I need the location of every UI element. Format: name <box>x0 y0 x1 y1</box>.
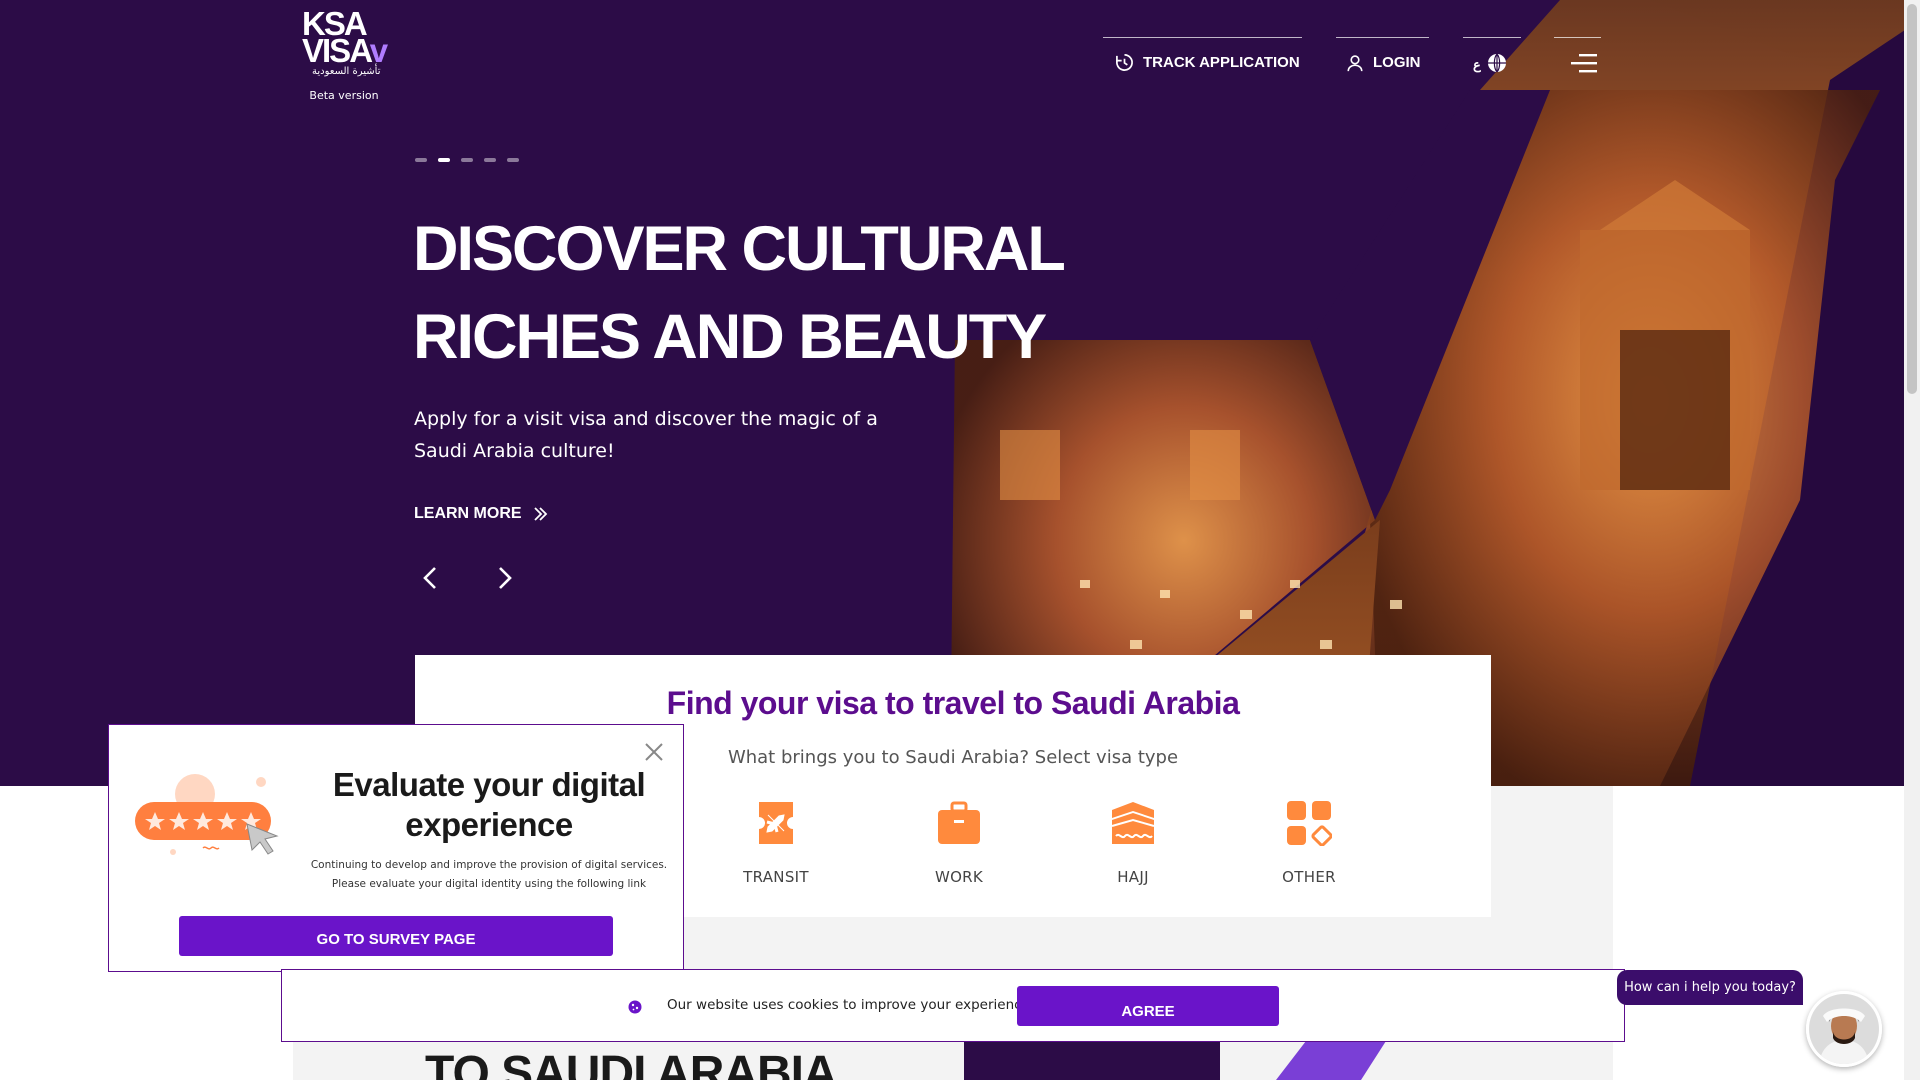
track-application-label: TRACK APPLICATION <box>1143 54 1300 71</box>
clock-refresh-icon <box>1116 54 1133 71</box>
chevron-right-icon <box>499 567 512 589</box>
logo-arabic-text: تأشيرة السعودية <box>312 66 381 77</box>
slide-dot-1[interactable] <box>415 158 427 162</box>
login-button[interactable]: LOGIN <box>1336 37 1429 87</box>
decorative-stripe <box>1276 1041 1386 1080</box>
chat-prompt-bubble[interactable]: How can i help you today? <box>1617 970 1803 1005</box>
visa-finder-title: Find your visa to travel to Saudi Arabia <box>666 685 1240 721</box>
hamburger-menu-button[interactable] <box>1554 37 1601 87</box>
survey-description: Continuing to develop and improve the pr… <box>304 856 674 894</box>
visa-type-label: OTHER <box>1282 868 1336 886</box>
language-switch-button[interactable]: ع <box>1463 37 1521 87</box>
hero-subtitle: Apply for a visit visa and discover the … <box>414 408 878 462</box>
page-scrollbar[interactable] <box>1904 0 1920 1080</box>
airplane-ticket-icon <box>759 802 793 844</box>
purple-feature-panel <box>964 1041 1220 1080</box>
visa-type-transit[interactable]: TRANSIT <box>716 800 836 886</box>
slide-next-button[interactable] <box>490 563 520 593</box>
close-icon[interactable] <box>643 741 665 763</box>
assistant-avatar-icon <box>1809 994 1879 1064</box>
slide-dot-3[interactable] <box>461 158 473 162</box>
visa-type-label: TRANSIT <box>743 868 809 886</box>
chat-assistant-avatar[interactable] <box>1806 991 1882 1067</box>
slide-prev-button[interactable] <box>415 563 445 593</box>
visa-type-hajj[interactable]: HAJJ <box>1073 800 1193 886</box>
slide-dot-2[interactable] <box>438 158 450 162</box>
cookie-icon <box>628 1000 642 1014</box>
survey-title: Evaluate your digital experience <box>332 766 646 843</box>
briefcase-icon <box>938 801 980 844</box>
survey-popup: Evaluate your digital experience Continu… <box>108 724 684 972</box>
rating-stars-illustration <box>135 774 279 855</box>
user-icon <box>1347 54 1363 71</box>
grid-shapes-icon <box>1287 801 1333 847</box>
beta-label: Beta version <box>309 89 379 102</box>
menu-icon <box>1571 53 1597 72</box>
learn-more-link[interactable]: LEARN MORE <box>414 505 548 523</box>
hero-title: DISCOVER CULTURAL RICHES AND BEAUTY <box>413 205 1113 381</box>
visa-type-work[interactable]: WORK <box>899 800 1019 886</box>
login-label: LOGIN <box>1373 54 1421 71</box>
logo-wordmark: KSA VISAv <box>302 5 388 69</box>
slide-dot-5[interactable] <box>507 158 519 162</box>
kaaba-icon <box>1111 802 1155 844</box>
ksa-visa-logo[interactable]: KSA VISAv تأشيرة السعودية Beta version <box>302 5 392 102</box>
scrollbar-thumb[interactable] <box>1907 4 1917 394</box>
slide-indicators <box>415 158 519 162</box>
language-code: ع <box>1473 56 1481 72</box>
globe-icon <box>1487 53 1506 72</box>
hero-title-line-2: RICHES AND BEAUTY <box>413 302 1047 372</box>
section-heading: TO SAUDI ARABIA <box>425 1047 838 1080</box>
slide-dot-4[interactable] <box>484 158 496 162</box>
agree-cookies-button[interactable]: AGREE <box>1017 986 1279 1026</box>
survey-description-line-2: Please evaluate your digital identity us… <box>331 878 647 890</box>
learn-more-label: LEARN MORE <box>414 505 522 522</box>
visa-type-other[interactable]: OTHER <box>1249 800 1369 886</box>
survey-description-line-1: Continuing to develop and improve the pr… <box>310 859 668 871</box>
cookie-message: Our website uses cookies to improve your… <box>667 997 1035 1013</box>
double-chevron-right-icon <box>533 507 547 521</box>
chevron-left-icon <box>423 567 436 589</box>
go-to-survey-button[interactable]: GO TO SURVEY PAGE <box>179 916 613 956</box>
visa-type-label: WORK <box>934 868 984 886</box>
hero-title-line-1: DISCOVER CULTURAL <box>413 214 1066 284</box>
visa-type-label: HAJJ <box>1117 868 1149 886</box>
track-application-button[interactable]: TRACK APPLICATION <box>1103 37 1302 87</box>
cookie-banner: Our website uses cookies to improve your… <box>281 969 1625 1042</box>
